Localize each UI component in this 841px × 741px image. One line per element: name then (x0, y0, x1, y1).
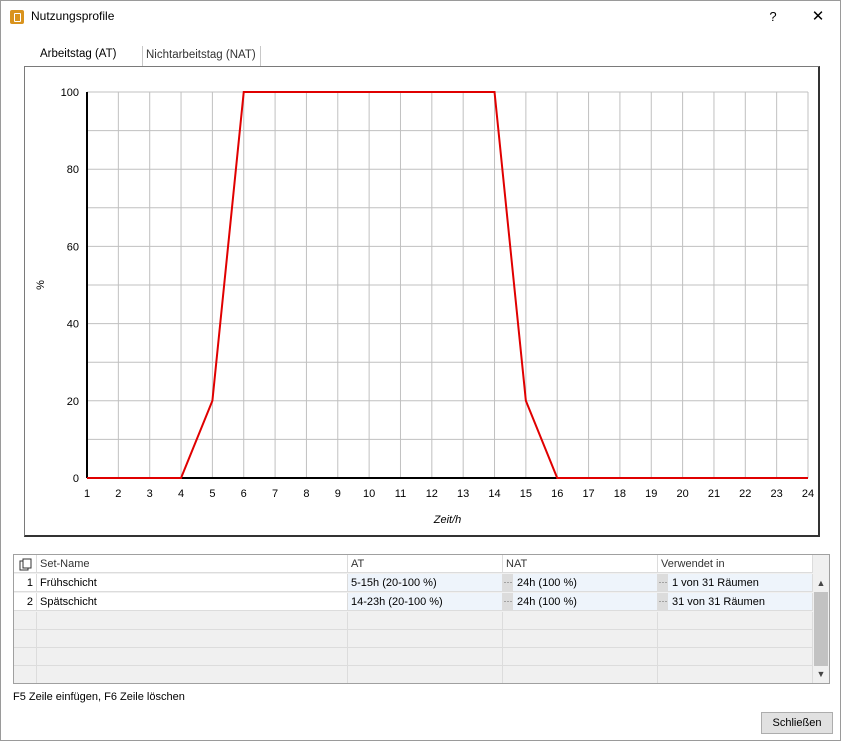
x-tick-label: 24 (802, 488, 814, 500)
tab-arbeitstag[interactable]: Arbeitstag (AT) (40, 45, 116, 65)
row-number: 2 (14, 593, 37, 611)
window-title: Nutzungsprofile (31, 9, 115, 23)
vertical-scrollbar[interactable]: ▲ ▼ (813, 574, 829, 683)
cell-set-name[interactable]: Spätschicht (37, 593, 348, 611)
empty-row (14, 630, 829, 648)
scroll-down-icon[interactable]: ▼ (815, 667, 827, 681)
x-tick-label: 16 (551, 488, 563, 500)
x-tick-label: 8 (303, 488, 309, 500)
col-set-name[interactable]: Set-Name (37, 555, 348, 573)
copy-cell[interactable] (14, 555, 37, 573)
close-button[interactable]: Schließen (761, 712, 833, 734)
x-tick-label: 12 (426, 488, 438, 500)
cell-at[interactable]: 14-23h (20-100 %) (348, 593, 503, 611)
cell-nat[interactable]: ··· 24h (100 %) (503, 574, 658, 592)
ellipsis-button[interactable]: ··· (503, 593, 513, 610)
x-tick-label: 4 (178, 488, 184, 500)
table-header: Set-Name AT NAT Verwendet in (14, 555, 829, 573)
help-button[interactable]: ? (756, 5, 790, 29)
x-tick-label: 20 (676, 488, 688, 500)
cell-used-in[interactable]: ··· 1 von 31 Räumen (658, 574, 813, 592)
x-tick-label: 11 (395, 488, 406, 500)
status-hint: F5 Zeile einfügen, F6 Zeile löschen (13, 691, 185, 703)
ellipsis-button[interactable]: ··· (658, 593, 668, 610)
empty-row (14, 648, 829, 666)
x-tick-label: 10 (363, 488, 375, 500)
x-tick-label: 22 (739, 488, 751, 500)
y-tick-label: 80 (67, 164, 79, 176)
y-tick-label: 0 (73, 473, 79, 485)
row-number: 1 (14, 574, 37, 592)
y-tick-label: 20 (67, 396, 79, 408)
cell-used-text: 31 von 31 Räumen (672, 596, 765, 608)
cell-at[interactable]: 5-15h (20-100 %) (348, 574, 503, 592)
x-tick-label: 17 (582, 488, 594, 500)
cell-used-text: 1 von 31 Räumen (672, 577, 759, 589)
cell-nat[interactable]: ··· 24h (100 %) (503, 593, 658, 611)
tab-nichtarbeitstag[interactable]: Nichtarbeitstag (NAT) (142, 46, 261, 66)
table-row[interactable]: 2 Spätschicht 14-23h (20-100 %) ··· 24h … (14, 593, 829, 611)
col-nat[interactable]: NAT (503, 555, 658, 573)
x-tick-label: 18 (614, 488, 626, 500)
cell-nat-text: 24h (100 %) (517, 577, 577, 589)
empty-row (14, 666, 829, 683)
cell-used-in[interactable]: ··· 31 von 31 Räumen (658, 593, 813, 611)
x-tick-label: 15 (520, 488, 532, 500)
x-tick-label: 21 (708, 488, 720, 500)
app-icon (10, 10, 24, 24)
x-tick-label: 1 (84, 488, 90, 500)
col-used-in[interactable]: Verwendet in (658, 555, 813, 573)
chart-panel: 0 20 40 60 80 100 1 2 3 4 5 6 7 8 9 10 11 12 13 14 15 16 17 18 1… (24, 66, 820, 537)
x-tick-label: 13 (457, 488, 469, 500)
y-axis-label: % (35, 280, 47, 290)
copy-icon[interactable] (19, 558, 33, 571)
y-tick-label: 100 (61, 87, 79, 99)
cell-set-name[interactable]: Frühschicht (37, 574, 348, 592)
profile-table: Set-Name AT NAT Verwendet in 1 Frühschic… (13, 554, 830, 684)
x-tick-label: 14 (488, 488, 500, 500)
table-row[interactable]: 1 Frühschicht 5-15h (20-100 %) ··· 24h (… (14, 574, 829, 592)
col-at[interactable]: AT (348, 555, 503, 573)
x-tick-label: 23 (771, 488, 783, 500)
x-tick-label: 19 (645, 488, 657, 500)
x-tick-label: 5 (209, 488, 215, 500)
x-tick-label: 2 (115, 488, 121, 500)
x-axis-label: Zeit/h (433, 514, 462, 526)
ellipsis-button[interactable]: ··· (658, 574, 668, 591)
scroll-thumb[interactable] (814, 592, 828, 666)
empty-row (14, 612, 829, 630)
x-tick-label: 7 (272, 488, 278, 500)
title-bar: Nutzungsprofile ? ✕ (1, 1, 840, 32)
x-tick-label: 3 (147, 488, 153, 500)
x-tick-label: 9 (335, 488, 341, 500)
close-window-icon[interactable]: ✕ (800, 5, 836, 29)
x-tick-label: 6 (241, 488, 247, 500)
y-tick-label: 40 (67, 319, 79, 331)
usage-profile-chart: 0204060801001 2 3 4 5 6 7 8 9 10 11 12 13 14 15 16 17 18 1… (35, 87, 814, 526)
scroll-up-icon[interactable]: ▲ (815, 576, 827, 590)
cell-nat-text: 24h (100 %) (517, 596, 577, 608)
y-tick-label: 60 (67, 241, 79, 253)
ellipsis-button[interactable]: ··· (503, 574, 513, 591)
dialog-window: Nutzungsprofile ? ✕ Arbeitstag (AT) Nich… (0, 0, 841, 741)
